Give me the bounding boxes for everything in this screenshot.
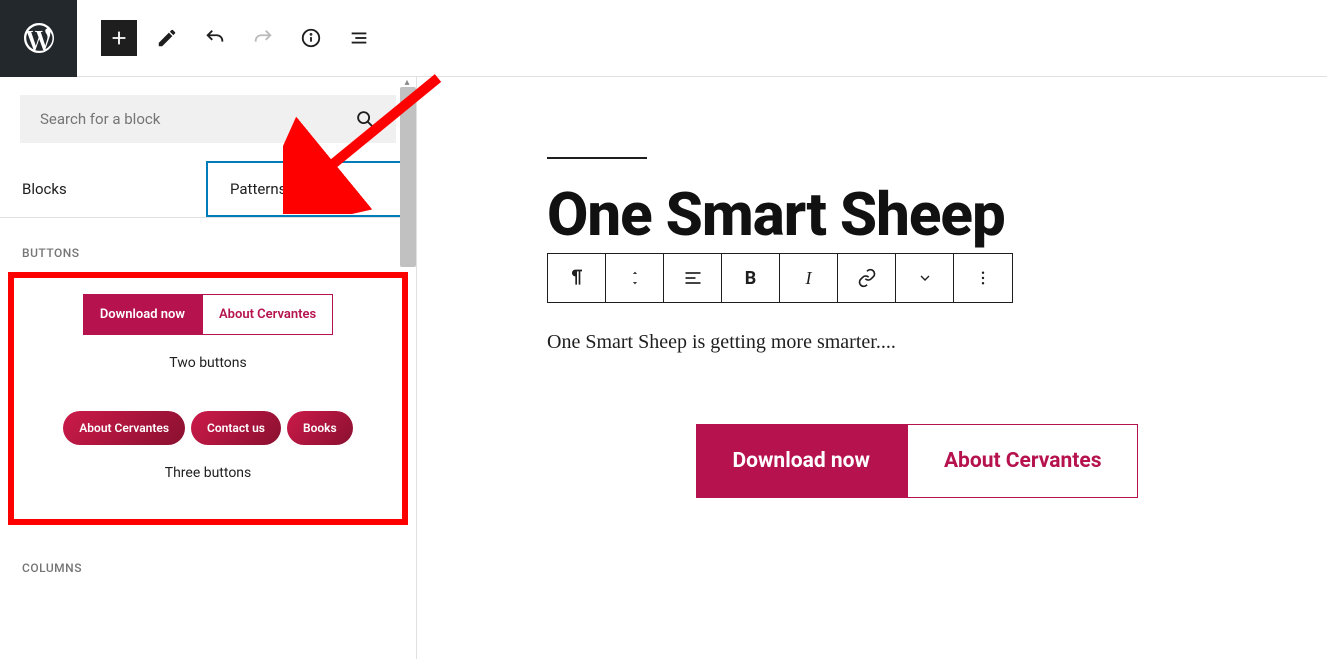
block-inserter-sidebar: ▴ Search for a block Blocks Patterns BUT… <box>0 77 417 659</box>
section-header-buttons: BUTTONS <box>0 218 416 272</box>
search-input[interactable]: Search for a block <box>20 95 396 143</box>
tab-blocks[interactable]: Blocks <box>0 161 206 217</box>
outline-icon[interactable] <box>341 20 377 56</box>
search-icon <box>354 108 376 130</box>
annotation-highlight-box: Download now About Cervantes Two buttons… <box>8 272 408 525</box>
editor-canvas[interactable]: One Smart Sheep B I One Sma <box>417 77 1327 659</box>
edit-icon[interactable] <box>149 20 185 56</box>
toolbar-more-icon[interactable] <box>954 254 1012 302</box>
pattern-two-label: Two buttons <box>24 355 392 371</box>
pattern-two-btn1: Download now <box>83 294 202 335</box>
pattern-two-buttons[interactable]: Download now About Cervantes Two buttons <box>24 294 392 389</box>
wordpress-logo[interactable] <box>0 0 77 77</box>
pattern-three-btn1: About Cervantes <box>63 411 185 445</box>
toolbar-link-icon[interactable] <box>838 254 896 302</box>
pattern-three-label: Three buttons <box>24 465 392 481</box>
cta-download-button[interactable]: Download now <box>696 424 907 498</box>
paragraph-block[interactable]: One Smart Sheep is getting more smarter.… <box>547 331 1287 354</box>
cta-about-button[interactable]: About Cervantes <box>907 424 1139 498</box>
toolbar-align-icon[interactable] <box>664 254 722 302</box>
pattern-three-btn3: Books <box>287 411 353 445</box>
add-block-button[interactable] <box>101 20 137 56</box>
pattern-two-btn2: About Cervantes <box>202 294 333 335</box>
page-title[interactable]: One Smart Sheep <box>547 185 1287 245</box>
toolbar-move-icon[interactable] <box>606 254 664 302</box>
block-toolbar: B I <box>547 253 1013 303</box>
section-header-columns: COLUMNS <box>0 533 416 587</box>
buttons-block[interactable]: Download now About Cervantes <box>547 424 1287 498</box>
toolbar-italic-icon[interactable]: I <box>780 254 838 302</box>
pattern-three-buttons[interactable]: About Cervantes Contact us Books Three b… <box>24 411 392 499</box>
separator-block[interactable] <box>547 157 647 159</box>
undo-icon[interactable] <box>197 20 233 56</box>
toolbar-bold-icon[interactable]: B <box>722 254 780 302</box>
info-icon[interactable] <box>293 20 329 56</box>
toolbar-chevron-down-icon[interactable] <box>896 254 954 302</box>
search-placeholder: Search for a block <box>40 110 160 128</box>
tab-patterns[interactable]: Patterns <box>206 161 416 217</box>
pattern-three-btn2: Contact us <box>191 411 281 445</box>
sidebar-scrollbar[interactable] <box>400 87 416 267</box>
redo-icon <box>245 20 281 56</box>
toolbar-paragraph-icon[interactable] <box>548 254 606 302</box>
